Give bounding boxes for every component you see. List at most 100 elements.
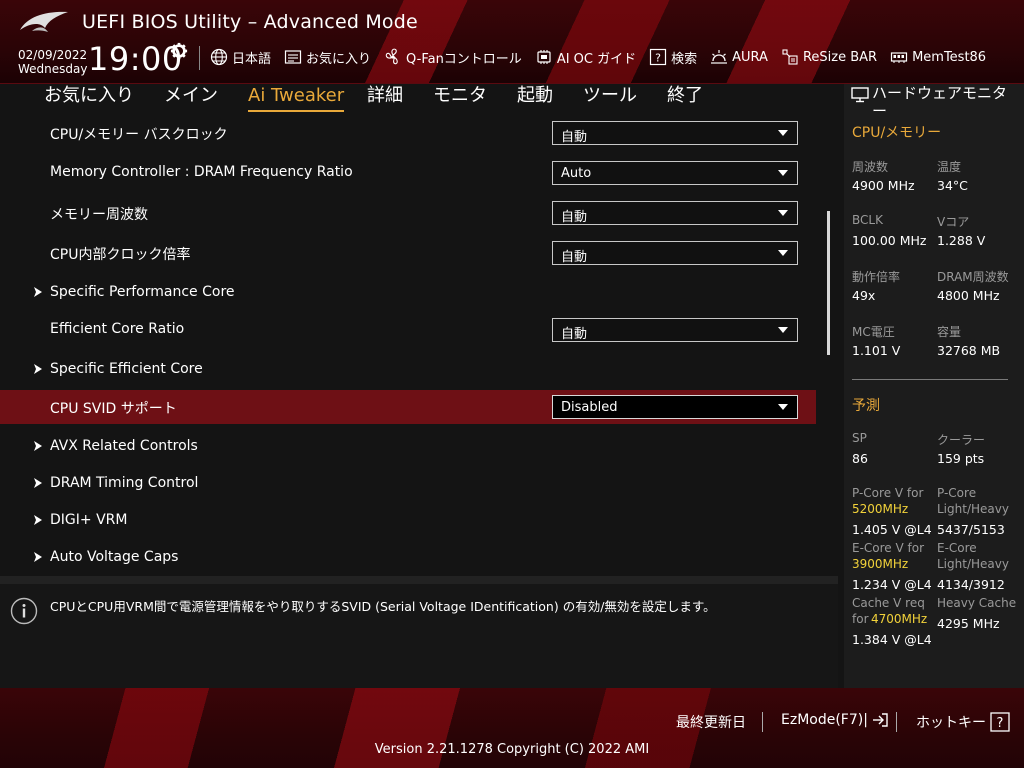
cpu-memory-section-title: CPU/メモリー [852,125,942,141]
setting-dropdown[interactable]: 自動 [552,318,798,342]
sp-value: 86 [852,451,868,466]
tab-boot[interactable]: 起動 [517,84,553,112]
dropdown-value: Disabled [561,400,618,415]
hotkeys-label: ホットキー [916,715,986,731]
resize-bar-button[interactable]: ReSize BAR [781,48,877,66]
setting-dropdown[interactable]: 自動 [552,241,798,265]
footer-separator [762,712,763,732]
cooler-value: 159 pts [937,451,985,466]
chevron-right-icon [34,515,42,525]
help-search-icon: ? [650,48,667,66]
ecore-lh-value: 4134/3912 [937,577,1005,592]
submenu-avx-related-controls[interactable]: AVX Related Controls [0,430,816,464]
capacity-value: 32768 MB [937,343,1001,358]
hw-divider [852,379,1008,380]
submenu-specific-performance-core[interactable]: Specific Performance Core [0,276,816,310]
tab-exit[interactable]: 終了 [667,84,703,112]
tab-tool[interactable]: ツール [583,84,637,112]
submenu-label: Specific Performance Core [50,284,235,300]
tab-main[interactable]: メイン [164,84,218,112]
weekday-display: Wednesday [18,62,88,76]
temperature-label: 温度 [937,160,962,174]
submenu-auto-voltage-caps[interactable]: Auto Voltage Caps [0,541,816,575]
hardware-monitor-title: ハードウェアモニター [872,84,1008,120]
cache-v-freq: 4700MHz [871,612,928,626]
cache-v-label: Cache V req [852,596,925,610]
last-modified-button[interactable]: 最終更新日 [676,712,746,732]
setting-row-bclk[interactable]: CPU/メモリー バスクロック 自動 [0,116,816,150]
favorites-button[interactable]: お気に入り [284,48,371,67]
settings-scrollbar[interactable] [827,211,830,355]
vcore-value: 1.288 V [937,233,986,248]
setting-label: CPU SVID サポート [50,401,177,417]
tab-ai-tweaker[interactable]: Ai Tweaker [248,84,345,112]
setting-label: CPU/メモリー バスクロック [50,127,228,143]
memtest-button[interactable]: MemTest86 [890,48,986,66]
main-nav: お気に入り メイン Ai Tweaker 詳細 モニタ 起動 ツール 終了 [0,84,838,114]
help-description: CPUとCPU用VRM間で電源管理情報をやり取りするSVID (Serial V… [50,599,716,614]
pcore-lh-sublabel: Light/Heavy [937,502,1009,516]
exit-arrow-icon [872,713,888,727]
settings-panel: CPU/メモリー バスクロック 自動 Memory Controller : D… [0,114,838,576]
app-title: UEFI BIOS Utility – Advanced Mode [82,11,418,33]
setting-row-memory-frequency[interactable]: メモリー周波数 自動 [0,196,816,230]
fan-icon [385,48,398,65]
aura-button[interactable]: AURA [710,48,768,66]
setting-row-efficient-core-ratio[interactable]: Efficient Core Ratio 自動 [0,313,816,347]
frequency-value: 4900 MHz [852,178,915,193]
setting-row-dram-ratio[interactable]: Memory Controller : DRAM Frequency Ratio… [0,156,816,190]
submenu-label: DIGI+ VRM [50,512,128,528]
submenu-label: Specific Efficient Core [50,361,203,377]
setting-dropdown[interactable]: 自動 [552,121,798,145]
setting-row-cpu-ratio[interactable]: CPU内部クロック倍率 自動 [0,236,816,270]
capacity-label: 容量 [937,325,962,339]
submenu-specific-efficient-core[interactable]: Specific Efficient Core [0,353,816,387]
setting-label: CPU内部クロック倍率 [50,247,191,263]
submenu-label: AVX Related Controls [50,438,198,454]
chevron-right-icon [34,364,42,374]
hardware-monitor-panel: ハードウェアモニター CPU/メモリー 周波数 4900 MHz 温度 34°C… [844,84,1024,688]
ecore-v-freq: 3900MHz [852,557,909,571]
setting-row-cpu-svid-support[interactable]: CPU SVID サポート Disabled [0,390,816,424]
footer-bar: 最終更新日 EzMode(F7)| ホットキー ? Version 2.21.1… [0,688,1024,768]
temperature-value: 34°C [937,178,968,193]
pcore-lh-value: 5437/5153 [937,522,1005,537]
setting-dropdown[interactable]: Disabled [552,395,798,419]
frequency-label: 周波数 [852,160,889,174]
qfan-control-button[interactable]: Q-Fanコントロール [384,48,522,67]
ai-oc-guide-button[interactable]: AI OC ガイド [535,48,636,67]
search-label: 検索 [671,51,698,67]
pcore-v-value: 1.405 V @L4 [852,522,932,537]
ezmode-button[interactable]: EzMode(F7)| [781,712,889,728]
setting-label: メモリー周波数 [50,207,148,223]
language-button[interactable]: 日本語 [210,48,271,67]
submenu-dram-timing-control[interactable]: DRAM Timing Control [0,467,816,501]
ezmode-label: EzMode(F7)| [781,712,868,728]
gear-icon[interactable] [170,42,188,60]
ratio-value: 49x [852,288,876,303]
dram-frequency-value: 4800 MHz [937,288,1000,303]
setting-dropdown[interactable]: Auto [552,161,798,185]
help-icon: ? [990,712,1010,732]
search-button[interactable]: ? 検索 [649,48,697,67]
hotkeys-button[interactable]: ホットキー ? [916,712,1010,732]
help-divider [0,576,838,584]
ecore-lh-label: E-Core [937,541,977,555]
resize-bar-icon [782,49,798,65]
svg-text:?: ? [997,716,1004,731]
prediction-section-title: 予測 [852,398,880,414]
resize-bar-label: ReSize BAR [802,49,878,65]
oc-guide-icon [537,50,551,64]
tab-advanced[interactable]: 詳細 [367,84,403,112]
tab-monitor[interactable]: モニタ [433,84,487,112]
setting-label: Memory Controller : DRAM Frequency Ratio [50,164,353,180]
memory-icon [890,52,908,63]
tab-favorites[interactable]: お気に入り [44,84,134,112]
cache-v-for-label: for [852,612,869,626]
qfan-control-label: Q-Fanコントロール [406,51,522,67]
favorites-label: お気に入り [306,51,372,67]
clock-display: 19:00 [88,40,183,78]
submenu-digi-vrm[interactable]: DIGI+ VRM [0,504,816,538]
setting-dropdown[interactable]: 自動 [552,201,798,225]
chevron-right-icon [34,441,42,451]
